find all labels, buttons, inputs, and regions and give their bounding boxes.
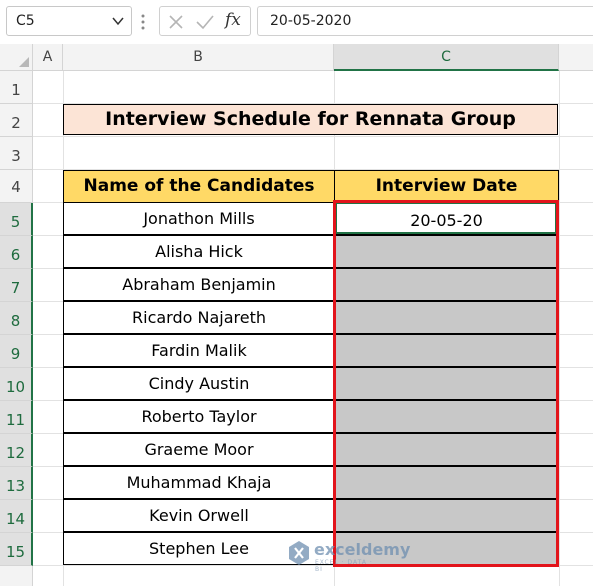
enter-icon[interactable] <box>195 13 215 35</box>
row-header-16[interactable] <box>0 566 33 586</box>
watermark-tagline: EXCEL · DATA · BI <box>315 559 373 573</box>
formula-bar: C5 fx 20-05-2020 <box>0 0 593 44</box>
row-header-14[interactable]: 14 <box>0 500 33 533</box>
candidate-name-cell[interactable]: Ricardo Najareth <box>63 301 335 334</box>
row-header-10[interactable]: 10 <box>0 368 33 401</box>
name-box-value: C5 <box>16 13 35 29</box>
candidate-name-cell[interactable]: Jonathon Mills <box>63 202 335 235</box>
sheet-title[interactable]: Interview Schedule for Rennata Group <box>63 104 558 135</box>
formula-input[interactable]: 20-05-2020 <box>257 6 593 36</box>
name-box[interactable]: C5 <box>6 6 132 36</box>
row-header-6[interactable]: 6 <box>0 236 33 269</box>
candidate-name-cell[interactable]: Cindy Austin <box>63 367 335 400</box>
interview-date-cell[interactable] <box>334 268 559 301</box>
formula-value: 20-05-2020 <box>270 13 352 29</box>
header-candidate-name[interactable]: Name of the Candidates <box>63 170 335 203</box>
exceldemy-logo-icon <box>289 541 309 565</box>
candidate-name-cell[interactable]: Abraham Benjamin <box>63 268 335 301</box>
candidate-name-cell[interactable]: Roberto Taylor <box>63 400 335 433</box>
row-header-4[interactable]: 4 <box>0 170 33 203</box>
insert-function-icon[interactable]: fx <box>225 10 241 30</box>
row-header-2[interactable]: 2 <box>0 104 33 137</box>
row-header-13[interactable]: 13 <box>0 467 33 500</box>
chevron-down-icon[interactable] <box>111 13 125 33</box>
interview-date-cell[interactable] <box>334 466 559 499</box>
watermark: exceldemy EXCEL · DATA · BI <box>287 540 410 573</box>
cancel-icon[interactable] <box>167 13 185 35</box>
interview-date-cell[interactable] <box>334 235 559 268</box>
select-all-corner[interactable] <box>0 44 33 71</box>
watermark-brand: exceldemy <box>314 540 411 559</box>
more-options-icon[interactable] <box>141 12 145 32</box>
row-header-15[interactable]: 15 <box>0 533 33 566</box>
candidate-name-cell[interactable]: Alisha Hick <box>63 235 335 268</box>
interview-date-cell[interactable] <box>334 433 559 466</box>
column-header-a[interactable]: A <box>33 44 63 71</box>
candidate-name-cell[interactable]: Fardin Malik <box>63 334 335 367</box>
candidate-name-cell[interactable]: Muhammad Khaja <box>63 466 335 499</box>
column-header-d[interactable] <box>559 44 593 71</box>
row-header-9[interactable]: 9 <box>0 335 33 368</box>
candidate-name-cell[interactable]: Graeme Moor <box>63 433 335 466</box>
row-header-7[interactable]: 7 <box>0 269 33 302</box>
interview-date-cell[interactable] <box>334 499 559 532</box>
row-header-11[interactable]: 11 <box>0 401 33 434</box>
row-header-3[interactable]: 3 <box>0 137 33 170</box>
interview-date-cell[interactable] <box>334 334 559 367</box>
formula-buttons: fx <box>159 6 251 36</box>
row-header-1[interactable]: 1 <box>0 71 33 104</box>
interview-date-cell[interactable] <box>334 301 559 334</box>
interview-date-cell[interactable] <box>334 367 559 400</box>
interview-date-cell[interactable] <box>334 400 559 433</box>
row-header-12[interactable]: 12 <box>0 434 33 467</box>
column-header-b[interactable]: B <box>63 44 334 71</box>
header-interview-date[interactable]: Interview Date <box>334 170 559 203</box>
column-header-c[interactable]: C <box>334 44 559 71</box>
row-header-5[interactable]: 5 <box>0 203 33 236</box>
row-header-8[interactable]: 8 <box>0 302 33 335</box>
interview-date-cell[interactable]: 20-05-20 <box>334 202 559 235</box>
candidate-name-cell[interactable]: Kevin Orwell <box>63 499 335 532</box>
